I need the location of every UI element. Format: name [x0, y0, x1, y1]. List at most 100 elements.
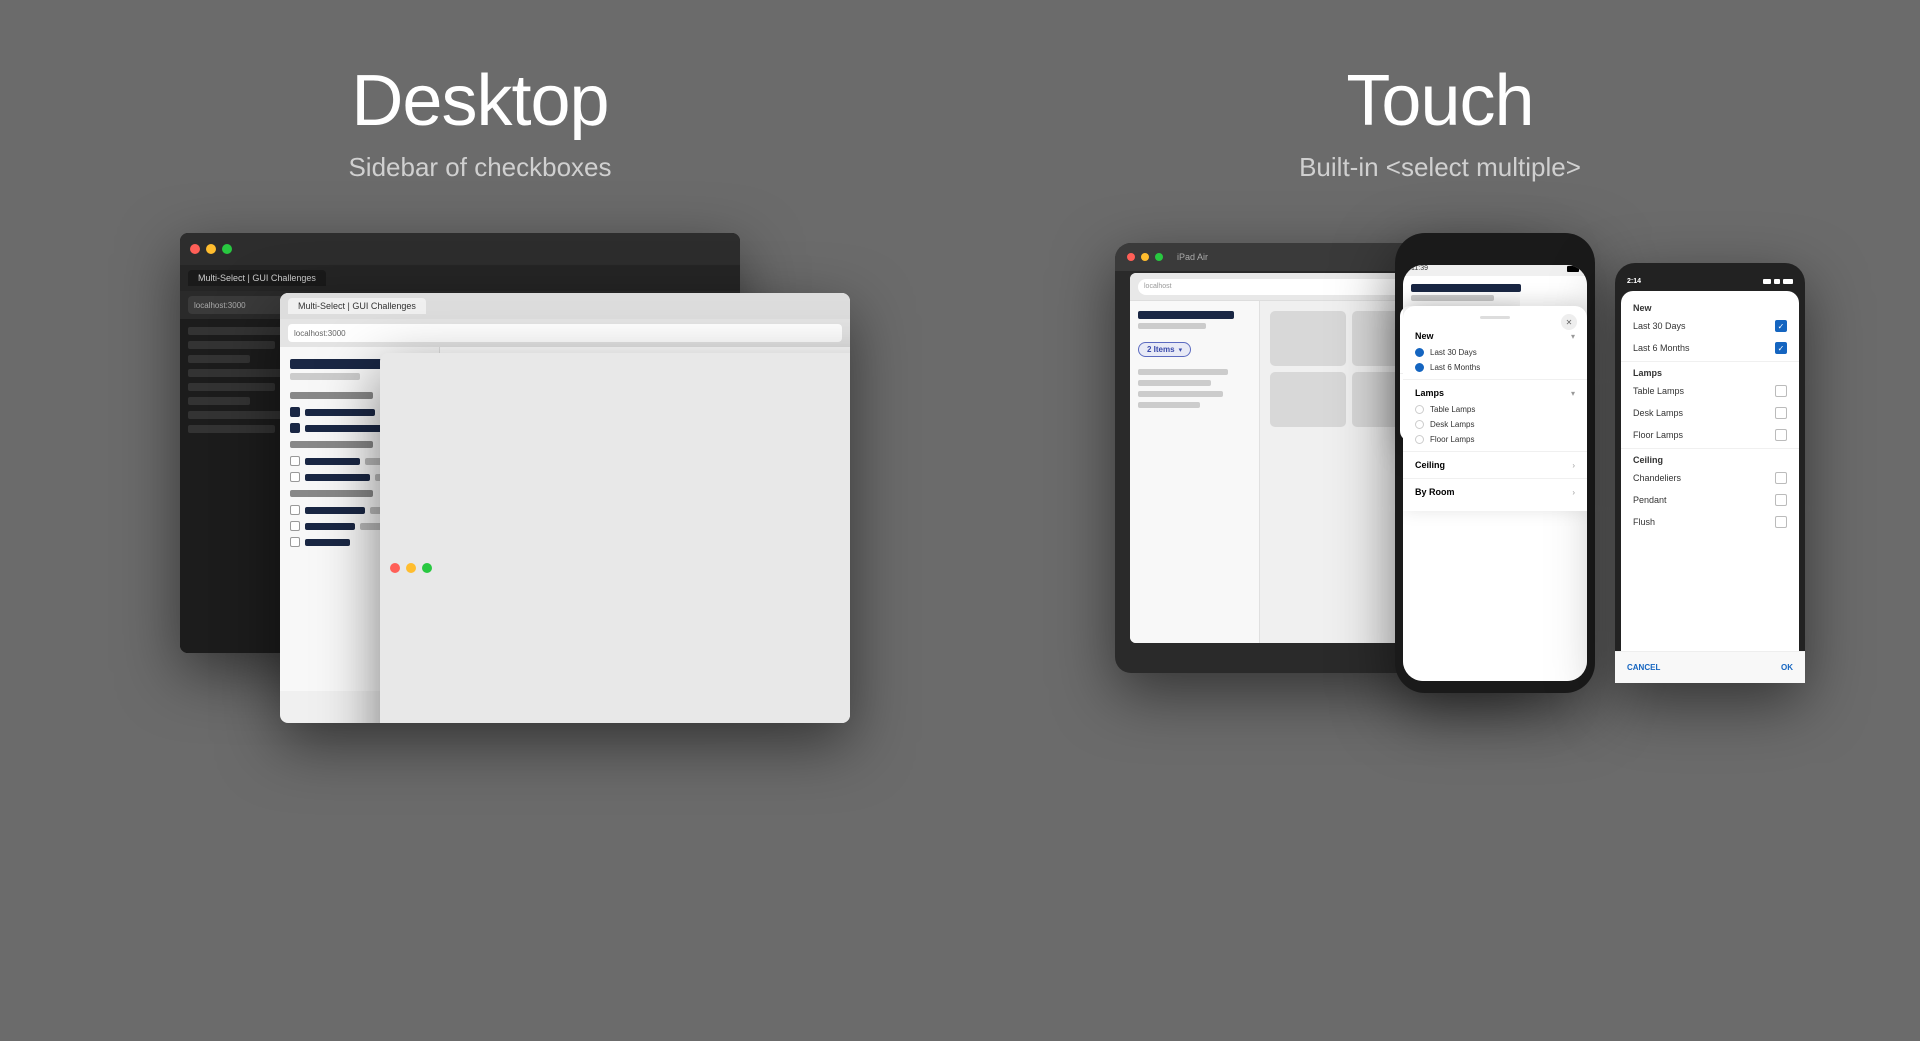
maximize-icon[interactable] — [222, 244, 232, 254]
bg-sidebar-item-3 — [188, 355, 250, 363]
android-item-floor[interactable]: Floor Lamps — [1621, 424, 1799, 446]
fg-minimize-icon[interactable] — [406, 563, 416, 573]
android-checkbox-floor[interactable] — [1775, 429, 1787, 441]
android-label-last6m: Last 6 Months — [1633, 343, 1690, 353]
iphone-radio-table[interactable] — [1415, 405, 1424, 414]
fg-address-input[interactable]: localhost:3000 — [288, 324, 842, 342]
checkbox-7[interactable] — [290, 537, 300, 547]
android-checkbox-flush[interactable] — [1775, 516, 1787, 528]
android-label-flush: Flush — [1633, 517, 1655, 527]
iphone-dd-header-new[interactable]: New ▾ — [1415, 327, 1575, 345]
iphone-dd-title-ceiling: Ceiling — [1415, 460, 1445, 470]
android-label-floor: Floor Lamps — [1633, 430, 1683, 440]
iphone-radio-desk[interactable] — [1415, 420, 1424, 429]
chevron-down-icon-new: ▾ — [1571, 332, 1575, 341]
close-button[interactable]: ✕ — [1561, 314, 1577, 330]
fg-close-icon[interactable] — [390, 563, 400, 573]
minimize-icon[interactable] — [206, 244, 216, 254]
iphone-radio-floor[interactable] — [1415, 435, 1424, 444]
close-icon[interactable] — [190, 244, 200, 254]
checkbox-3[interactable] — [290, 456, 300, 466]
bg-sidebar-item-2 — [188, 341, 275, 349]
iphone-radio-last30[interactable] — [1415, 348, 1424, 357]
android-item-last30[interactable]: Last 30 Days ✓ — [1621, 315, 1799, 337]
android-item-pendant[interactable]: Pendant — [1621, 489, 1799, 511]
browser-foreground: Multi-Select | GUI Challenges localhost:… — [280, 293, 850, 723]
ipad-sidebar-item-2 — [1138, 380, 1211, 386]
iphone-notch-area — [1403, 245, 1587, 265]
checkbox-4[interactable] — [290, 472, 300, 482]
iphone-sub — [1411, 295, 1494, 301]
bg-sidebar-item-6 — [188, 397, 250, 405]
chevron-right-icon-byroom: › — [1572, 488, 1575, 497]
ipad-maximize-icon[interactable] — [1155, 253, 1163, 261]
android-item-table[interactable]: Table Lamps — [1621, 380, 1799, 402]
chevron-down-icon-lamps: ▾ — [1571, 389, 1575, 398]
iphone-dd-header-ceiling[interactable]: Ceiling › — [1415, 456, 1575, 474]
iphone-dd-header-byroom[interactable]: By Room › — [1415, 483, 1575, 501]
iphone-dd-title-lamps: Lamps — [1415, 388, 1444, 398]
iphone-dropdown: ✕ New ▾ Last 30 Days — [1403, 306, 1587, 511]
touch-title: Touch — [1346, 60, 1533, 142]
android-checkbox-pendant[interactable] — [1775, 494, 1787, 506]
iphone-dd-item-floor[interactable]: Floor Lamps — [1415, 432, 1575, 447]
fg-maximize-icon[interactable] — [422, 563, 432, 573]
iphone-dd-label-last30: Last 30 Days — [1430, 348, 1477, 357]
ipad-address-text: localhost — [1144, 283, 1172, 290]
android-item-chandeliers[interactable]: Chandeliers — [1621, 467, 1799, 489]
android-item-last6m[interactable]: Last 6 Months ✓ — [1621, 337, 1799, 359]
left-section: Desktop Sidebar of checkboxes Multi-Sele… — [0, 0, 960, 1041]
touch-subtitle: Built-in <select multiple> — [1299, 152, 1581, 183]
bg-browser-tab[interactable]: Multi-Select | GUI Challenges — [188, 270, 326, 286]
touch-mockup: iPad Air localhost 2 Items — [1115, 233, 1765, 733]
iphone-dd-label-desk: Desk Lamps — [1430, 420, 1474, 429]
iphone-dd-item-last6m[interactable]: Last 6 Months — [1415, 360, 1575, 375]
iphone-radio-last6m[interactable] — [1415, 363, 1424, 372]
iphone-notch — [1465, 245, 1525, 259]
android-label-chandeliers: Chandeliers — [1633, 473, 1681, 483]
android-list: New Last 30 Days ✓ Last 6 Months ✓ Lamps — [1621, 291, 1799, 565]
ipad-sub — [1138, 323, 1206, 329]
android-checkbox-last30[interactable]: ✓ — [1775, 320, 1787, 332]
sidebar-section-ceiling — [290, 490, 373, 497]
iphone-dd-new: New ▾ Last 30 Days Last 6 Months — [1403, 327, 1587, 375]
ipad-sidebar-item-1 — [1138, 369, 1228, 375]
fg-address-bar: localhost:3000 — [280, 319, 850, 347]
checkbox-5[interactable] — [290, 505, 300, 515]
android-section-lamps: Lamps — [1621, 364, 1799, 380]
iphone-dd-header-lamps[interactable]: Lamps ▾ — [1415, 384, 1575, 402]
iphone-screen: 11:39 3 Items ▾ — [1403, 265, 1587, 681]
android-checkbox-chandeliers[interactable] — [1775, 472, 1787, 484]
iphone-dd-item-last30[interactable]: Last 30 Days — [1415, 345, 1575, 360]
checkbox-label-2 — [305, 425, 390, 432]
ipad-minimize-icon[interactable] — [1141, 253, 1149, 261]
iphone-dd-item-desk[interactable]: Desk Lamps — [1415, 417, 1575, 432]
android-status-bar: 2:14 — [1621, 273, 1799, 289]
checkbox-label-6 — [305, 523, 355, 530]
bg-sidebar-item-5 — [188, 383, 275, 391]
android-checkbox-table[interactable] — [1775, 385, 1787, 397]
android-ok-button[interactable]: OK — [1781, 663, 1793, 672]
iphone-dd-title-byroom: By Room — [1415, 487, 1455, 497]
iphone-header — [1411, 284, 1521, 292]
checkbox-2[interactable] — [290, 423, 300, 433]
android-checkbox-last6m[interactable]: ✓ — [1775, 342, 1787, 354]
android-cancel-button[interactable]: CANCEL — [1627, 663, 1660, 672]
iphone-device: 11:39 3 Items ▾ — [1395, 233, 1595, 693]
android-checkbox-desk[interactable] — [1775, 407, 1787, 419]
checkbox-6[interactable] — [290, 521, 300, 531]
ipad-close-icon[interactable] — [1127, 253, 1135, 261]
iphone-dd-item-table[interactable]: Table Lamps — [1415, 402, 1575, 417]
bg-tab-bar: Multi-Select | GUI Challenges — [180, 265, 740, 291]
ipad-filter-badge[interactable]: 2 Items ▾ — [1138, 342, 1191, 357]
android-item-desk[interactable]: Desk Lamps — [1621, 402, 1799, 424]
checkbox-1[interactable] — [290, 407, 300, 417]
ipad-grid-cell-1 — [1270, 311, 1346, 366]
iphone-dd-divider-1 — [1403, 379, 1587, 380]
iphone-handle — [1480, 316, 1510, 319]
ipad-title: iPad Air — [1177, 252, 1208, 262]
iphone-status-icons — [1567, 265, 1579, 272]
iphone-dd-byroom: By Room › — [1403, 483, 1587, 501]
fg-browser-tab[interactable]: Multi-Select | GUI Challenges — [288, 298, 426, 314]
android-item-flush[interactable]: Flush — [1621, 511, 1799, 533]
